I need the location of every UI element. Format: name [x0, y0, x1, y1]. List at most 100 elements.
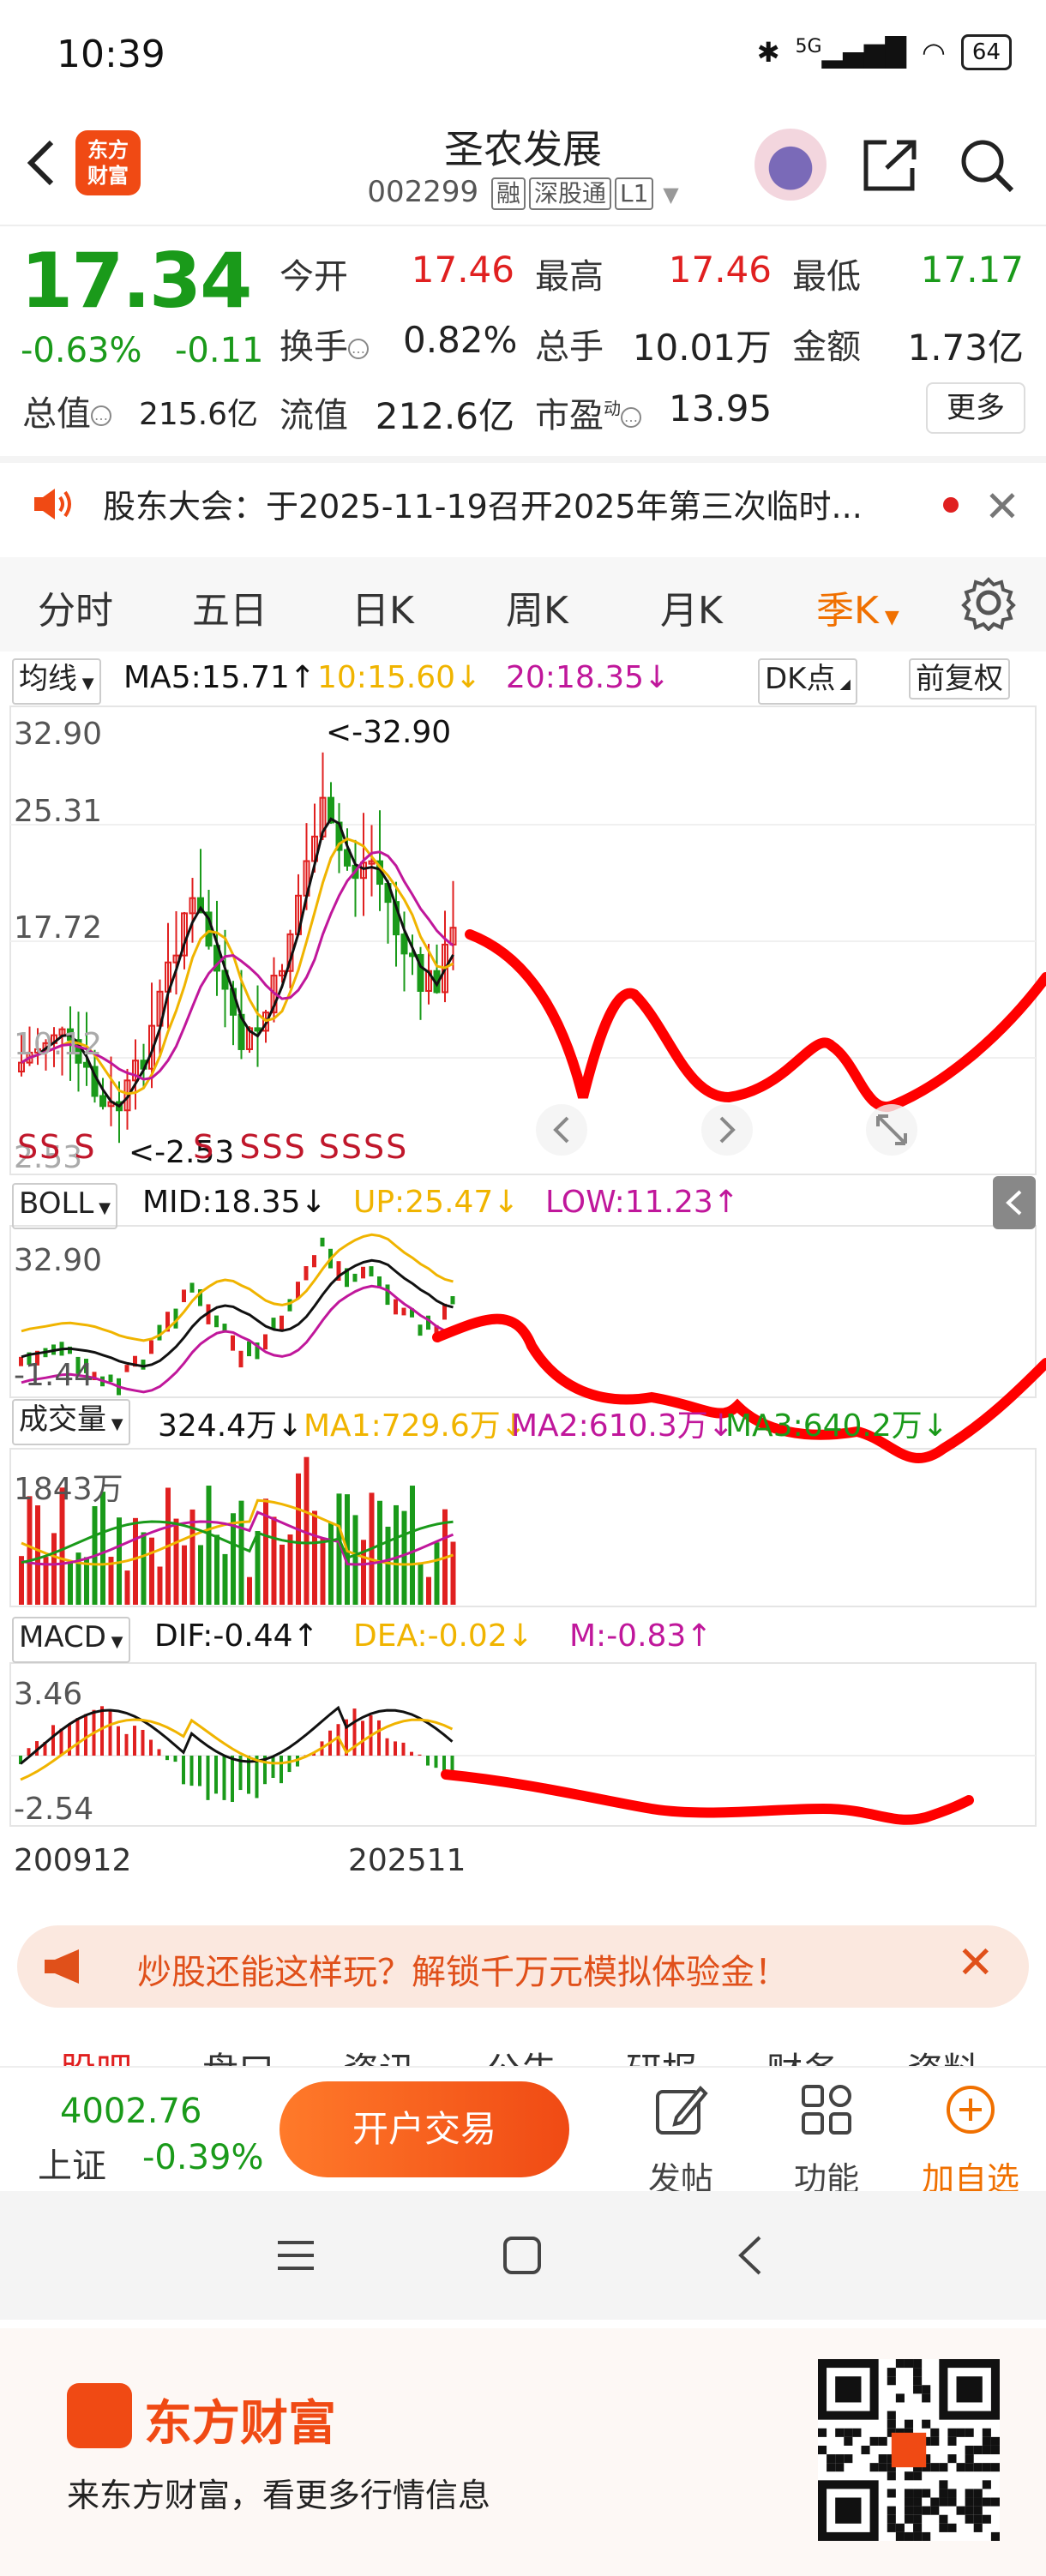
- qr-code: [818, 2359, 1000, 2541]
- volume-bar: [68, 1561, 73, 1605]
- boll-candle: [214, 1315, 219, 1328]
- qr-module: [818, 2428, 827, 2437]
- boll-candle: [189, 1282, 195, 1293]
- boll-candle: [231, 1335, 235, 1351]
- qr-module: [913, 2506, 923, 2515]
- tab-profile[interactable]: 资料: [907, 2042, 979, 2068]
- volume-bar: [377, 1500, 382, 1605]
- qr-module: [965, 2428, 974, 2437]
- boll-candle: [141, 1360, 146, 1370]
- qr-module: [887, 2411, 896, 2420]
- qr-module: [904, 2531, 914, 2541]
- close-icon[interactable]: ✕: [957, 1937, 995, 1989]
- qr-module: [973, 2514, 983, 2524]
- volume-bar: [312, 1510, 317, 1605]
- qr-module: [895, 2531, 905, 2541]
- qr-module: [844, 2428, 853, 2437]
- macd-dif: DIF:-0.44↑: [154, 1618, 319, 1654]
- volume-bar: [141, 1532, 147, 1605]
- qr-module: [887, 2523, 896, 2532]
- tab-finance[interactable]: 财务: [766, 2042, 839, 2068]
- functions-button[interactable]: 功能: [775, 2080, 878, 2200]
- megaphone-icon: [45, 1949, 79, 1984]
- qr-module: [869, 2436, 879, 2446]
- volume-bar: [173, 1518, 179, 1605]
- volume-bar: [214, 1534, 219, 1605]
- qr-module: [887, 2506, 896, 2515]
- promo-text[interactable]: 炒股还能这样玩？解锁千万元模拟体验金！: [137, 1944, 789, 1994]
- qr-module: [913, 2368, 923, 2377]
- boll-panel: [9, 1225, 1037, 1398]
- qr-module: [895, 2393, 905, 2403]
- boll-candle: [320, 1237, 325, 1247]
- macd-bar: [157, 1749, 161, 1756]
- tab-forum[interactable]: 股吧: [60, 2042, 132, 2068]
- macd-bar: [426, 1756, 430, 1766]
- volume-selector[interactable]: 成交量 ▼: [12, 1399, 130, 1445]
- boll-selector[interactable]: BOLL ▼: [12, 1183, 117, 1229]
- qr-finder: [835, 2497, 862, 2524]
- post-button[interactable]: 发帖: [629, 2080, 732, 2200]
- home-icon[interactable]: [502, 2236, 542, 2275]
- open-account-button[interactable]: 开户交易: [280, 2081, 569, 2177]
- macd-bar: [59, 1728, 63, 1756]
- add-watchlist-button[interactable]: 加自选: [919, 2080, 1022, 2200]
- volume-bar: [206, 1486, 212, 1605]
- boll-candle: [361, 1266, 365, 1279]
- volume-bar: [222, 1553, 228, 1605]
- candle: [99, 1095, 106, 1108]
- qr-module: [982, 2497, 991, 2507]
- qr-module: [982, 2463, 991, 2472]
- back-nav-icon[interactable]: [734, 2234, 765, 2277]
- qr-module: [904, 2419, 914, 2429]
- macd-bar: [108, 1710, 112, 1756]
- qr-module: [965, 2506, 974, 2515]
- qr-module: [887, 2419, 896, 2429]
- volume-bar: [198, 1545, 203, 1605]
- qr-module: [965, 2445, 974, 2455]
- tab-research[interactable]: 研报: [626, 2042, 698, 2068]
- boll-candle: [238, 1350, 243, 1368]
- qr-module: [878, 2454, 887, 2464]
- qr-module: [904, 2359, 914, 2369]
- macd-bar: [141, 1729, 145, 1756]
- volume-bar: [182, 1545, 187, 1605]
- price-tick-3: 17.72: [14, 910, 103, 946]
- boll-candle: [369, 1266, 374, 1276]
- qr-module: [930, 2463, 940, 2472]
- qr-module: [913, 2523, 923, 2532]
- qr-module: [904, 2506, 914, 2515]
- volume-bar: [27, 1496, 33, 1605]
- qr-module: [973, 2506, 983, 2515]
- qr-module: [852, 2428, 862, 2437]
- qr-module: [973, 2489, 983, 2498]
- tab-announcements[interactable]: 公告: [485, 2042, 557, 2068]
- menu-icon[interactable]: [276, 2236, 316, 2275]
- qr-module: [887, 2514, 896, 2524]
- index-change[interactable]: -0.39%: [142, 2138, 264, 2177]
- qr-module: [844, 2436, 853, 2446]
- qr-module: [990, 2463, 1000, 2472]
- macd-selector[interactable]: MACD ▼: [12, 1617, 130, 1663]
- volume-bar: [51, 1533, 57, 1605]
- index-name[interactable]: 上证: [38, 2138, 106, 2188]
- volume-bar: [410, 1486, 415, 1605]
- price-tick-2: 25.31: [14, 794, 103, 829]
- qr-module: [947, 2428, 957, 2437]
- qr-module: [922, 2531, 931, 2541]
- volume-bar: [280, 1544, 285, 1605]
- volume-ma1: MA1:729.6万↓: [304, 1408, 526, 1444]
- drawn-curve-macd: [441, 1769, 974, 1825]
- macd-bar: [385, 1738, 389, 1756]
- tab-orderbook[interactable]: 盘口: [202, 2042, 274, 2068]
- volume-bar: [287, 1534, 293, 1605]
- macd-bar: [214, 1756, 218, 1794]
- macd-tick-bottom: -2.54: [14, 1792, 94, 1827]
- qr-module: [956, 2463, 965, 2472]
- tab-news[interactable]: 资讯: [343, 2042, 415, 2068]
- macd-bar: [173, 1756, 177, 1762]
- volume-bar: [189, 1509, 195, 1605]
- qr-module: [913, 2497, 923, 2507]
- index-value[interactable]: 4002.76: [60, 2092, 201, 2131]
- boll-tick-bottom: -1.44: [14, 1358, 94, 1393]
